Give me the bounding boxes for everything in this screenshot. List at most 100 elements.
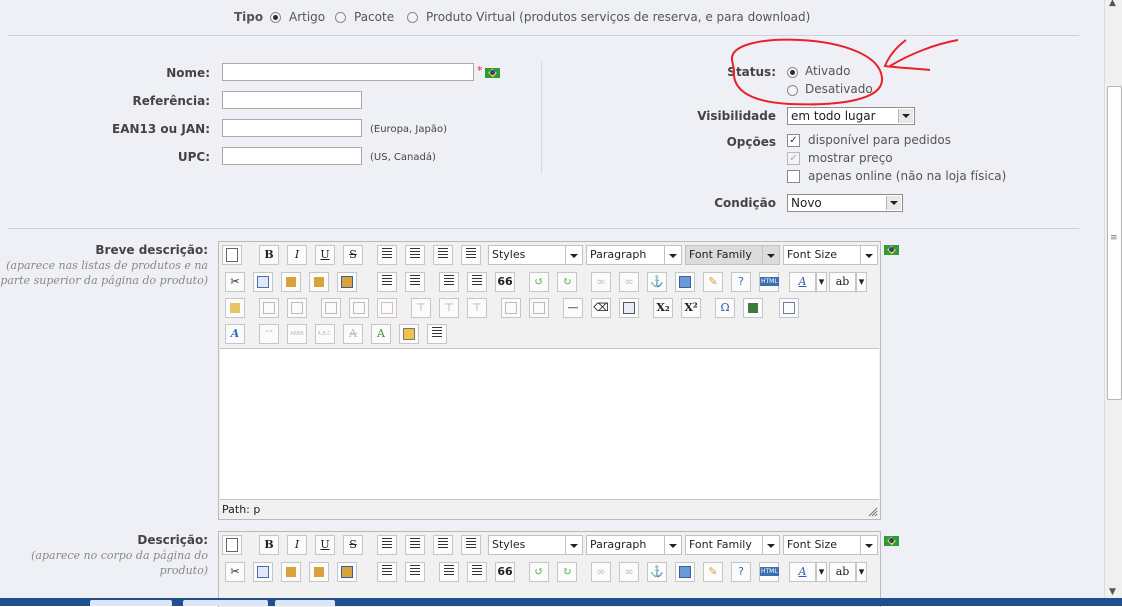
paragraph-dropdown[interactable]: Paragraph bbox=[586, 245, 682, 265]
brazil-flag-icon[interactable] bbox=[884, 245, 899, 255]
anchor-icon[interactable]: ⚓ bbox=[647, 272, 667, 292]
paste-word-icon[interactable] bbox=[337, 272, 357, 292]
anchor-icon[interactable]: ⚓ bbox=[647, 562, 667, 582]
delete-row-icon[interactable] bbox=[377, 298, 397, 318]
html-source-button[interactable]: HTML bbox=[759, 272, 779, 292]
scroll-up-icon[interactable]: ▲ bbox=[1109, 0, 1116, 8]
del-icon[interactable]: A bbox=[343, 324, 363, 344]
align-center-icon[interactable] bbox=[405, 535, 425, 555]
scroll-down-icon[interactable]: ▼ bbox=[1109, 587, 1116, 597]
insert-col-after-icon[interactable]: ⊤ bbox=[439, 298, 459, 318]
link-icon[interactable]: ∞ bbox=[591, 562, 611, 582]
disponivel-checkbox[interactable]: ✓ bbox=[787, 134, 800, 147]
cite-button[interactable]: “” bbox=[259, 324, 279, 344]
tipo-virtual-radio[interactable] bbox=[407, 12, 418, 23]
strikethrough-button[interactable]: S bbox=[343, 245, 363, 265]
forecolor-chevron-icon[interactable]: ▾ bbox=[816, 562, 827, 582]
apenas-online-checkbox[interactable] bbox=[787, 170, 800, 183]
align-left-icon[interactable] bbox=[377, 245, 397, 265]
unlink-icon[interactable]: ∞ bbox=[619, 272, 639, 292]
forecolor-chevron-icon[interactable]: ▾ bbox=[816, 272, 827, 292]
visual-chars-icon[interactable] bbox=[427, 324, 447, 344]
ins-icon[interactable]: A bbox=[371, 324, 391, 344]
redo-icon[interactable]: ↻ bbox=[557, 272, 577, 292]
undo-icon[interactable]: ↺ bbox=[529, 272, 549, 292]
bold-button[interactable]: B bbox=[259, 245, 279, 265]
align-right-icon[interactable] bbox=[433, 535, 453, 555]
taskbar-item[interactable] bbox=[90, 600, 172, 606]
bold-button[interactable]: B bbox=[259, 535, 279, 555]
scrollbar-thumb[interactable] bbox=[1107, 86, 1122, 400]
forecolor-button[interactable]: A bbox=[789, 562, 816, 582]
paste-icon[interactable] bbox=[281, 272, 301, 292]
new-document-icon[interactable] bbox=[222, 245, 242, 265]
brazil-flag-icon[interactable] bbox=[485, 68, 500, 78]
remove-format-icon[interactable]: ⌫ bbox=[591, 298, 611, 318]
paste-text-icon[interactable] bbox=[309, 272, 329, 292]
horizontal-rule-icon[interactable]: — bbox=[563, 298, 583, 318]
insert-row-before-icon[interactable] bbox=[321, 298, 341, 318]
blockquote-button[interactable]: 66 bbox=[495, 562, 515, 582]
blockquote-button[interactable]: 66 bbox=[495, 272, 515, 292]
backcolor-button[interactable]: ab bbox=[829, 272, 856, 292]
taskbar-item[interactable] bbox=[183, 600, 268, 606]
image-icon[interactable] bbox=[675, 272, 695, 292]
italic-button[interactable]: I bbox=[287, 535, 307, 555]
undo-icon[interactable]: ↺ bbox=[529, 562, 549, 582]
outdent-icon[interactable] bbox=[439, 562, 459, 582]
split-cells-icon[interactable] bbox=[501, 298, 521, 318]
italic-button[interactable]: I bbox=[287, 245, 307, 265]
font-family-dropdown[interactable]: Font Family bbox=[685, 535, 780, 555]
table-props-icon[interactable] bbox=[225, 298, 245, 318]
acronym-button[interactable]: A.B.C. bbox=[315, 324, 335, 344]
delete-col-icon[interactable]: ⊤ bbox=[467, 298, 487, 318]
align-center-icon[interactable] bbox=[405, 245, 425, 265]
align-left-icon[interactable] bbox=[377, 535, 397, 555]
cell-props-icon[interactable] bbox=[287, 298, 307, 318]
font-size-dropdown[interactable]: Font Size bbox=[783, 535, 878, 555]
brazil-flag-icon[interactable] bbox=[884, 536, 899, 546]
media-icon[interactable] bbox=[743, 298, 763, 318]
nome-input[interactable] bbox=[222, 63, 474, 81]
link-icon[interactable]: ∞ bbox=[591, 272, 611, 292]
tipo-pacote-radio[interactable] bbox=[335, 12, 346, 23]
vertical-scrollbar[interactable]: ▲ ▼ bbox=[1104, 0, 1122, 606]
upc-input[interactable] bbox=[222, 147, 362, 165]
numbered-list-icon[interactable] bbox=[405, 562, 425, 582]
bullet-list-icon[interactable] bbox=[377, 562, 397, 582]
tipo-artigo-radio[interactable] bbox=[270, 12, 281, 23]
merge-cells-icon[interactable] bbox=[529, 298, 549, 318]
short-description-content[interactable] bbox=[220, 348, 879, 500]
forecolor-button[interactable]: A bbox=[789, 272, 816, 292]
redo-icon[interactable]: ↻ bbox=[557, 562, 577, 582]
styles-dropdown[interactable]: Styles bbox=[488, 245, 583, 265]
attributes-icon[interactable] bbox=[399, 324, 419, 344]
image-icon[interactable] bbox=[675, 562, 695, 582]
ean13-input[interactable] bbox=[222, 119, 362, 137]
font-size-dropdown[interactable]: Font Size bbox=[783, 245, 878, 265]
align-justify-icon[interactable] bbox=[461, 535, 481, 555]
bullet-list-icon[interactable] bbox=[377, 272, 397, 292]
copy-icon[interactable] bbox=[253, 562, 273, 582]
referencia-input[interactable] bbox=[222, 91, 362, 109]
copy-icon[interactable] bbox=[253, 272, 273, 292]
special-char-button[interactable]: Ω bbox=[715, 298, 735, 318]
cleanup-icon[interactable]: ✎ bbox=[703, 272, 723, 292]
strikethrough-button[interactable]: S bbox=[343, 535, 363, 555]
cut-icon[interactable]: ✂ bbox=[225, 272, 245, 292]
mostrar-preco-checkbox[interactable]: ✓ bbox=[787, 152, 800, 165]
row-props-icon[interactable] bbox=[259, 298, 279, 318]
underline-button[interactable]: U bbox=[315, 535, 335, 555]
indent-icon[interactable] bbox=[467, 562, 487, 582]
align-justify-icon[interactable] bbox=[461, 245, 481, 265]
underline-button[interactable]: U bbox=[315, 245, 335, 265]
styleprops-icon[interactable]: A bbox=[225, 324, 245, 344]
align-right-icon[interactable] bbox=[433, 245, 453, 265]
subscript-button[interactable]: X₂ bbox=[653, 298, 673, 318]
insert-col-before-icon[interactable]: ⊤ bbox=[411, 298, 431, 318]
outdent-icon[interactable] bbox=[439, 272, 459, 292]
paragraph-dropdown[interactable]: Paragraph bbox=[586, 535, 682, 555]
help-icon[interactable]: ? bbox=[731, 272, 751, 292]
paste-word-icon[interactable] bbox=[337, 562, 357, 582]
styles-dropdown[interactable]: Styles bbox=[488, 535, 583, 555]
